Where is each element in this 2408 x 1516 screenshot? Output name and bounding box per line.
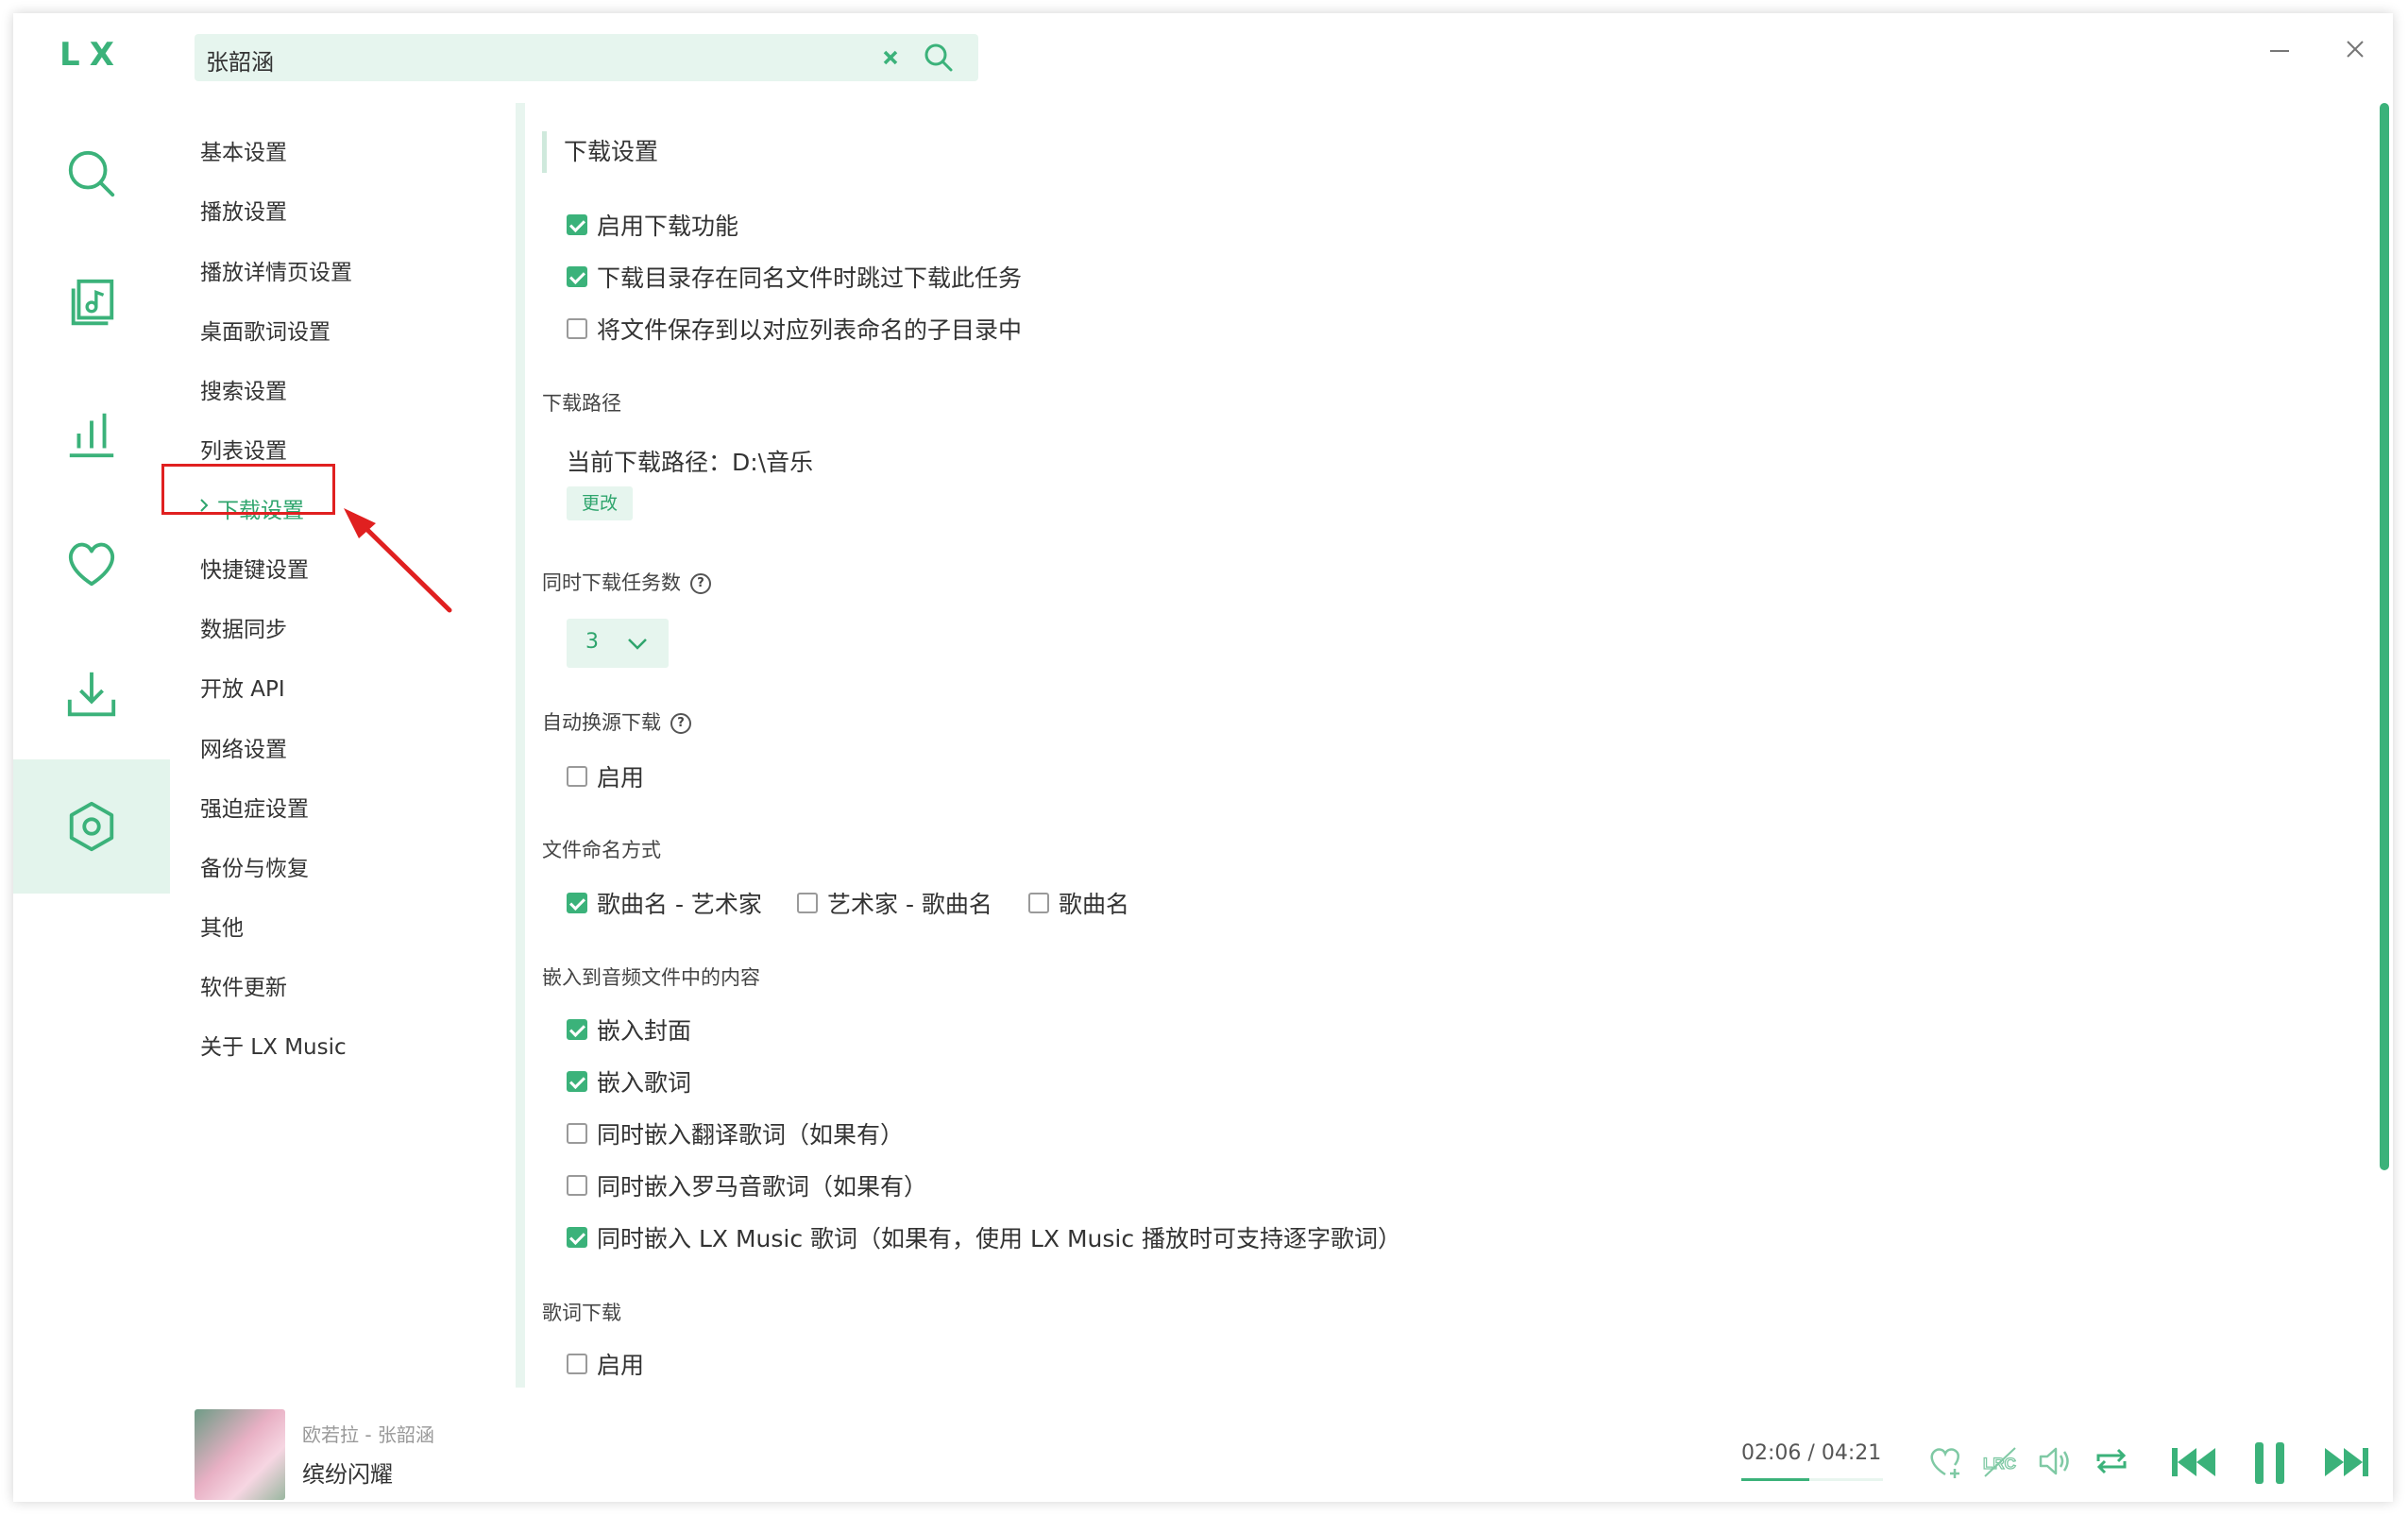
nav-song-list[interactable] bbox=[13, 242, 170, 365]
checkbox-box[interactable] bbox=[567, 1175, 587, 1196]
checkbox-box[interactable] bbox=[567, 766, 587, 787]
lyric-download-title: 歌词下载 bbox=[542, 1302, 621, 1324]
clear-icon[interactable] bbox=[874, 42, 907, 74]
next-track-icon[interactable] bbox=[2321, 1437, 2372, 1488]
chevron-down-icon bbox=[628, 639, 647, 650]
time-display: 02:06 / 04:21 bbox=[1741, 1441, 1881, 1465]
embed-option-checkbox[interactable]: 同时嵌入 LX Music 歌词（如果有，使用 LX Music 播放时可支持逐… bbox=[567, 1221, 1401, 1253]
embed-option-checkbox[interactable]: 同时嵌入翻译歌词（如果有） bbox=[567, 1117, 904, 1150]
subdir-by-list-checkbox[interactable]: 将文件保存到以对应列表命名的子目录中 bbox=[567, 313, 1022, 345]
checkbox-box[interactable] bbox=[567, 1019, 587, 1040]
checkbox-box[interactable] bbox=[567, 893, 587, 913]
concurrent-tasks-select[interactable]: 3 bbox=[567, 619, 669, 668]
settings-divider bbox=[516, 103, 525, 1388]
album-cover[interactable] bbox=[195, 1409, 285, 1500]
download-settings-panel: 下载设置 启用下载功能 下载目录存在同名文件时跳过下载此任务 将文件保存到以对应… bbox=[542, 103, 2365, 1388]
checkbox-box[interactable] bbox=[1028, 893, 1049, 913]
help-icon[interactable]: ? bbox=[690, 573, 711, 594]
naming-option-checkbox[interactable]: 艺术家 - 歌曲名 bbox=[797, 887, 992, 919]
search-bar[interactable]: 张韶涵 bbox=[195, 34, 978, 81]
icon-sidebar: LX bbox=[13, 13, 170, 1502]
settings-scrollbar[interactable] bbox=[2380, 103, 2389, 1170]
annotation-arrow-icon bbox=[344, 508, 452, 613]
total-time: 04:21 bbox=[1821, 1441, 1882, 1465]
checkbox-box[interactable] bbox=[797, 893, 818, 913]
add-favorite-icon[interactable] bbox=[1926, 1442, 1964, 1480]
progress-fill bbox=[1741, 1478, 1809, 1481]
search-icon[interactable] bbox=[922, 41, 956, 75]
search-input[interactable]: 张韶涵 bbox=[206, 43, 274, 77]
current-time: 02:06 bbox=[1741, 1441, 1802, 1465]
naming-option-checkbox[interactable]: 歌曲名 - 艺术家 bbox=[567, 887, 762, 919]
auto-source-title: 自动换源下载? bbox=[542, 707, 691, 736]
minimize-icon[interactable] bbox=[2261, 30, 2298, 68]
concurrent-tasks-title: 同时下载任务数? bbox=[542, 568, 711, 596]
embed-option-checkbox[interactable]: 嵌入封面 bbox=[567, 1014, 691, 1046]
skip-existing-checkbox[interactable]: 下载目录存在同名文件时跳过下载此任务 bbox=[567, 261, 1022, 293]
volume-icon[interactable] bbox=[2036, 1442, 2074, 1480]
nav-leaderboard[interactable] bbox=[13, 372, 170, 495]
player-bar: 欧若拉 - 张韶涵 缤纷闪耀 02:06 / 04:21 LRC bbox=[170, 1388, 2393, 1502]
help-icon[interactable]: ? bbox=[670, 713, 691, 734]
leaderboard-icon bbox=[69, 413, 114, 458]
checkbox-box[interactable] bbox=[567, 1123, 587, 1144]
checkbox-box[interactable] bbox=[567, 1354, 587, 1374]
naming-option-checkbox[interactable]: 歌曲名 bbox=[1028, 887, 1129, 919]
settings-icon bbox=[69, 801, 114, 852]
lyric-toggle-icon[interactable]: LRC bbox=[1981, 1442, 2019, 1480]
checkbox-box[interactable] bbox=[567, 266, 587, 287]
search-icon bbox=[68, 150, 115, 197]
app-window: LX 张韶涵 基本设置 播放设置 播放详情页设置 桌面歌词设置 搜索设置 列表设… bbox=[13, 13, 2393, 1502]
annotation-highlight-box bbox=[161, 464, 335, 515]
embed-option-checkbox[interactable]: 同时嵌入罗马音歌词（如果有） bbox=[567, 1169, 927, 1201]
pause-icon[interactable] bbox=[2244, 1437, 2295, 1488]
time-separator: / bbox=[1807, 1441, 1815, 1465]
nav-favorites[interactable] bbox=[13, 502, 170, 625]
app-logo: LX bbox=[59, 36, 124, 74]
download-path-title: 下载路径 bbox=[542, 392, 621, 415]
favorite-icon bbox=[69, 542, 114, 587]
checkbox-box[interactable] bbox=[567, 214, 587, 235]
checkbox-box[interactable] bbox=[567, 1071, 587, 1092]
lyric-download-enable-checkbox[interactable]: 启用 bbox=[567, 1348, 644, 1380]
repeat-icon[interactable] bbox=[2093, 1442, 2130, 1480]
file-naming-title: 文件命名方式 bbox=[542, 839, 661, 861]
previous-track-icon[interactable] bbox=[2168, 1437, 2219, 1488]
nav-download[interactable] bbox=[13, 633, 170, 756]
auto-source-enable-checkbox[interactable]: 启用 bbox=[567, 760, 644, 792]
close-icon[interactable] bbox=[2336, 30, 2374, 68]
checkbox-box[interactable] bbox=[567, 1227, 587, 1248]
checkbox-box[interactable] bbox=[567, 318, 587, 339]
song-name: 缤纷闪耀 bbox=[302, 1461, 393, 1488]
song-artist: 欧若拉 - 张韶涵 bbox=[302, 1423, 434, 1446]
nav-settings[interactable] bbox=[13, 759, 170, 894]
embed-content-title: 嵌入到音频文件中的内容 bbox=[542, 966, 760, 989]
download-icon bbox=[67, 672, 116, 717]
section-title: 下载设置 bbox=[542, 131, 658, 173]
change-path-button[interactable]: 更改 bbox=[567, 486, 633, 520]
enable-download-checkbox[interactable]: 启用下载功能 bbox=[567, 209, 738, 241]
nav-search[interactable] bbox=[13, 112, 170, 235]
song-list-icon bbox=[71, 279, 114, 326]
download-path-text: 当前下载路径：D:\音乐 bbox=[567, 449, 814, 476]
embed-option-checkbox[interactable]: 嵌入歌词 bbox=[567, 1065, 691, 1098]
progress-bar[interactable] bbox=[1741, 1478, 1883, 1481]
